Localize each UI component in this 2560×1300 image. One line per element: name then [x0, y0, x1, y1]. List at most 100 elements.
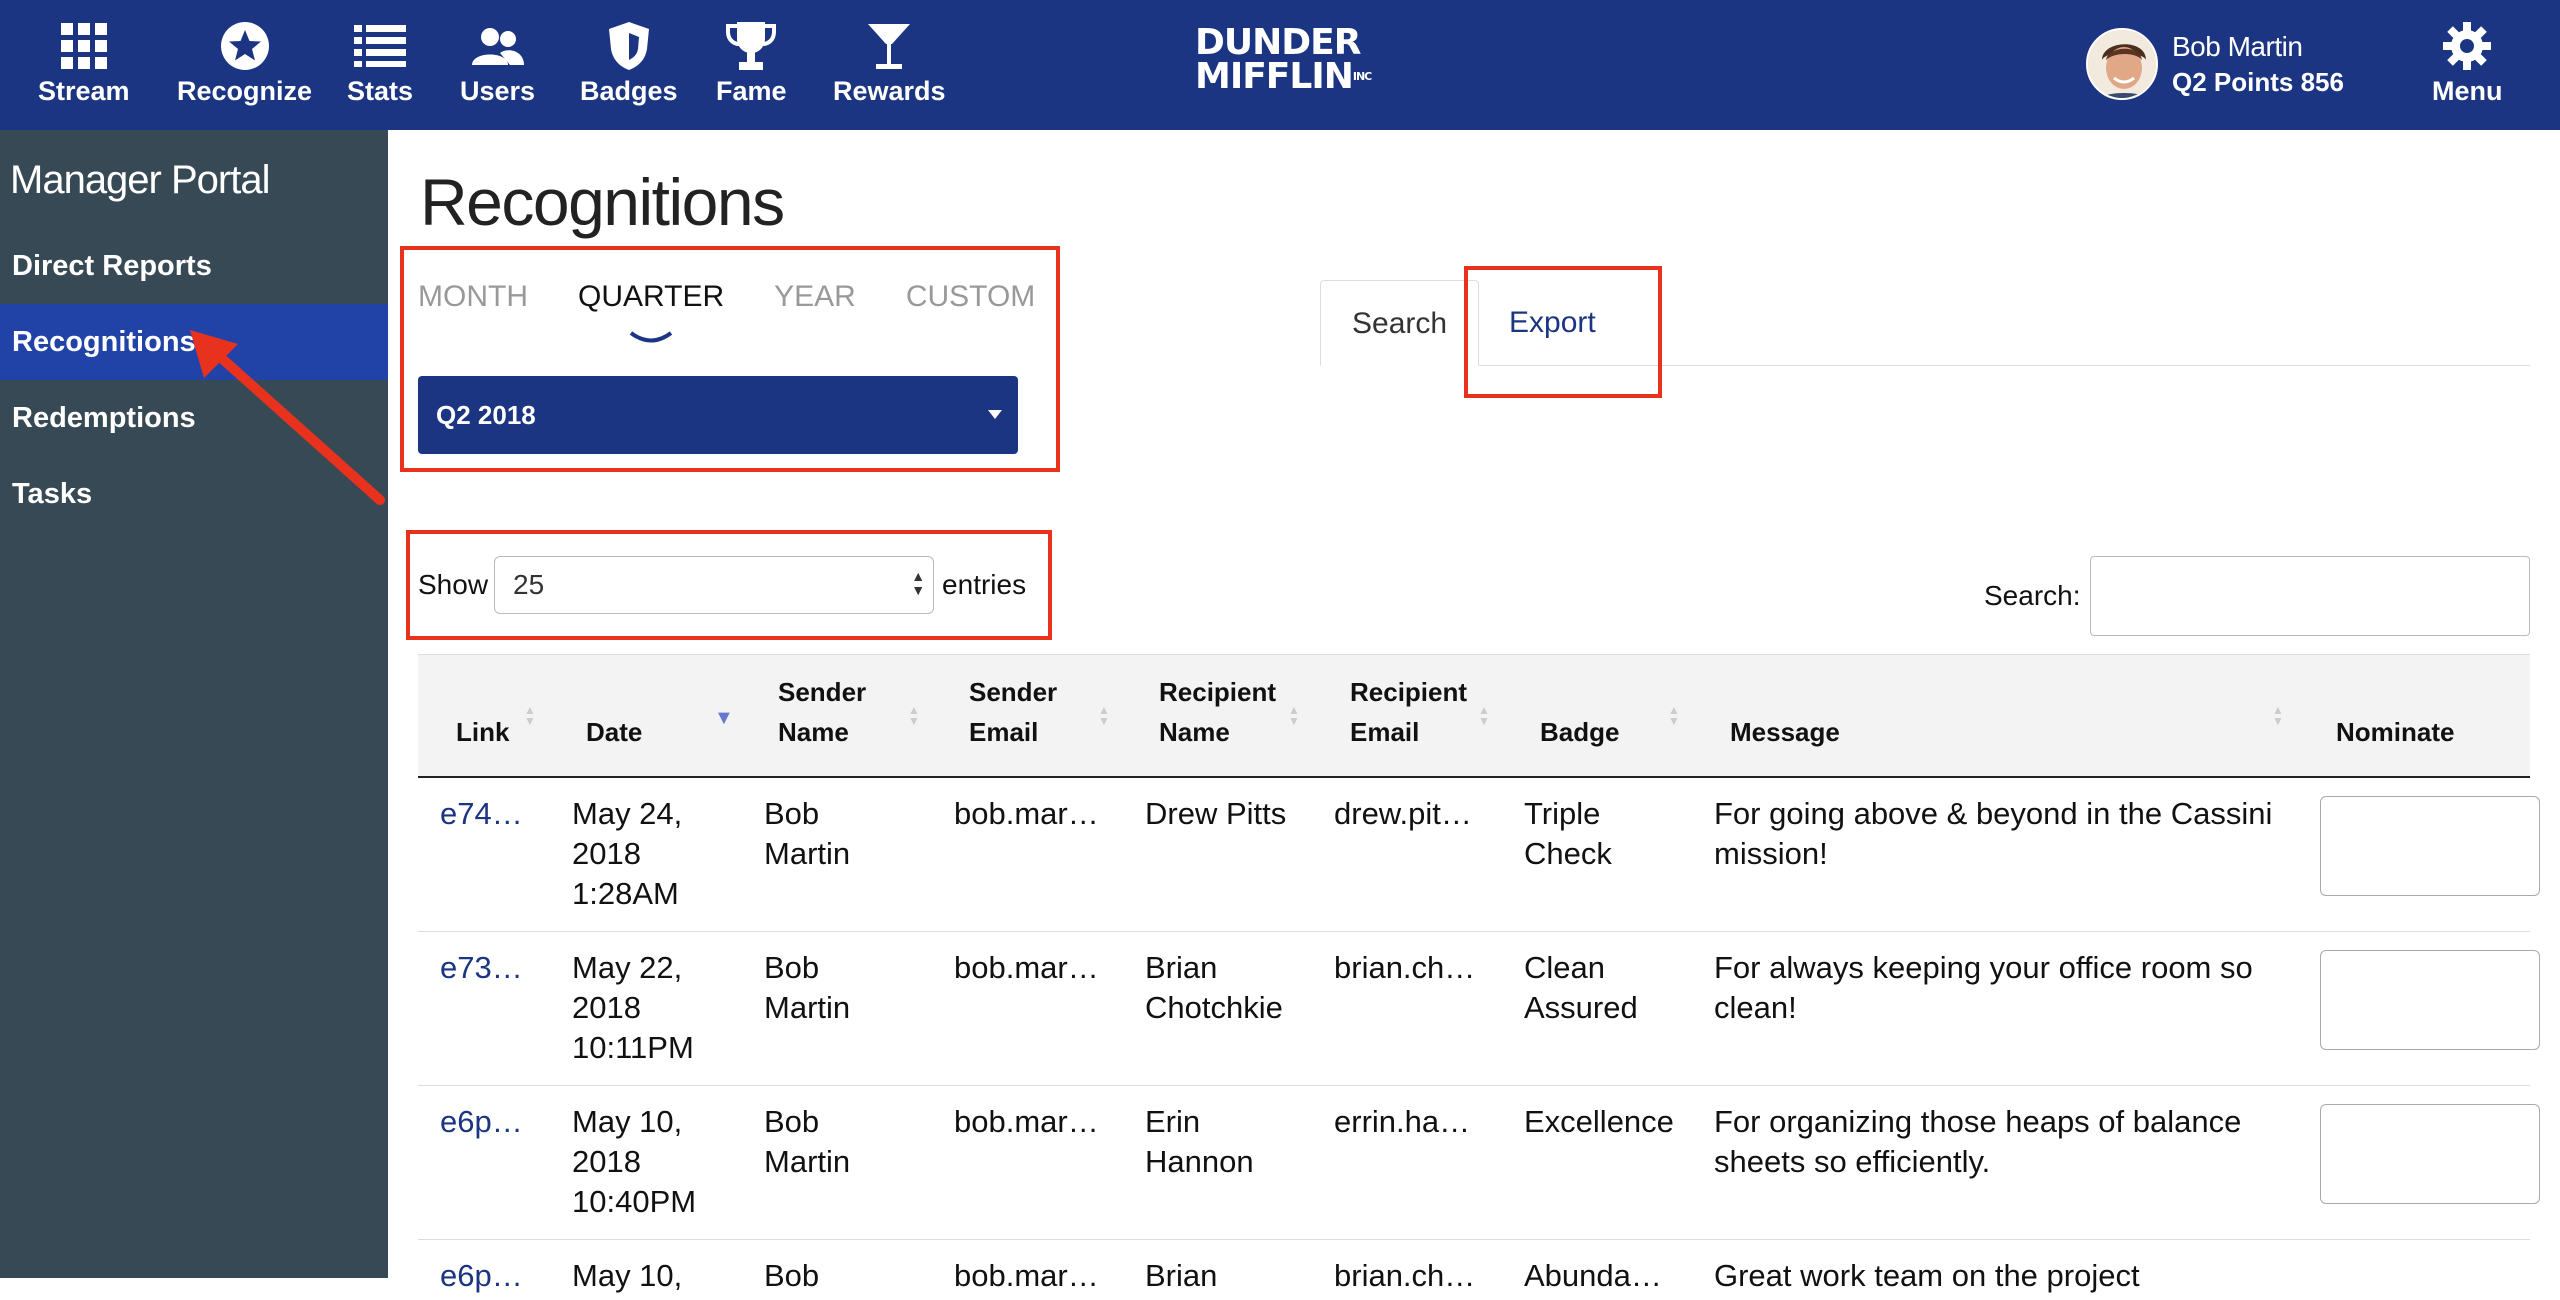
badge-cell: Excellence — [1524, 1104, 1674, 1139]
user-profile[interactable]: Bob Martin Q2 Points 856 — [2086, 28, 2344, 100]
nav-recognize[interactable]: Recognize — [177, 18, 312, 107]
logo-inc: INC — [1352, 70, 1372, 83]
sidebar: Manager Portal Direct Reports Recognitio… — [0, 130, 388, 1278]
entries-select[interactable]: 25 ▲ ▼ — [494, 556, 935, 614]
period-tabs: MONTH QUARTER YEAR CUSTOM — [418, 280, 1085, 343]
show-label: Show — [418, 569, 489, 600]
nav-recognize-label: Recognize — [177, 76, 313, 106]
entries-label: entries — [942, 569, 1027, 600]
date-cell: May 24, 2018 1:28AM — [572, 796, 683, 911]
nav-stats-label: Stats — [347, 76, 414, 106]
recipient-name-cell: Erin Hannon — [1145, 1104, 1254, 1179]
recipient-name-cell: Brian Chotchkie — [1145, 950, 1283, 1025]
recipient-name-cell: Brian — [1145, 1258, 1218, 1293]
star-badge-icon — [220, 18, 270, 74]
trophy-icon — [725, 18, 777, 74]
column-header-sender-email[interactable]: Sender Email — [969, 672, 1057, 752]
nav-rewards[interactable]: Rewards — [833, 18, 946, 107]
message-cell: Great work team on the project — [1714, 1258, 2140, 1293]
tab-export[interactable]: Export — [1478, 280, 1627, 366]
nominate-field[interactable] — [2320, 1104, 2540, 1204]
search-export-tabs: Search Export — [1320, 280, 2530, 366]
period-tab-custom[interactable]: CUSTOM — [906, 280, 1035, 314]
column-header-recipient-name[interactable]: Recipient Name — [1159, 672, 1276, 752]
recognition-link[interactable]: e73… — [440, 948, 523, 988]
table-row: e6p… May 10, 2018 10:40PM Bob Martin bob.ma… — [418, 1086, 2540, 1240]
search-label: Search: — [1984, 580, 2081, 611]
badge-cell: Clean Assured — [1524, 950, 1638, 1025]
cocktail-icon — [866, 18, 912, 74]
users-icon — [470, 18, 526, 74]
date-cell: May 10, — [572, 1258, 683, 1293]
nav-fame[interactable]: Fame — [716, 18, 787, 107]
recipient-email-cell: drew.pit… — [1334, 796, 1472, 831]
sort-desc-icon: ▼ — [714, 707, 734, 729]
sender-name-cell: Bob Martin — [764, 950, 851, 1025]
sender-email-cell: bob.mar… — [954, 796, 1099, 831]
sidebar-item-direct-reports[interactable]: Direct Reports — [0, 228, 388, 304]
sort-icon: ▲ ▼ — [1288, 703, 1300, 728]
avatar — [2086, 28, 2158, 100]
period-tab-year[interactable]: YEAR — [774, 280, 856, 314]
top-navbar: Stream Recognize Stats Users Badges Fame… — [0, 0, 2560, 130]
quarter-select-value: Q2 2018 — [436, 400, 536, 430]
badge-cell: Triple Check — [1524, 796, 1612, 871]
logo-line-2: MIFFLIN — [1195, 56, 1354, 97]
period-tab-quarter[interactable]: QUARTER — [577, 280, 725, 343]
tab-search[interactable]: Search — [1320, 280, 1480, 366]
user-points: Q2 Points 856 — [2172, 66, 2344, 97]
period-tab-quarter-label: QUARTER — [577, 280, 725, 313]
sender-name-cell: Bob Martin — [764, 1104, 851, 1179]
column-header-link[interactable]: Link — [456, 712, 509, 752]
column-header-nominate[interactable]: Nominate — [2336, 712, 2454, 752]
recognition-link[interactable]: e74… — [440, 794, 523, 834]
nav-fame-label: Fame — [716, 76, 787, 106]
column-header-badge[interactable]: Badge — [1540, 712, 1619, 752]
nav-users[interactable]: Users — [460, 18, 535, 107]
date-cell: May 10, 2018 10:40PM — [572, 1104, 697, 1219]
table-header: Link ▲ ▼ Date ▼ Sender Name ▲ ▼ Sender Email… — [418, 654, 2530, 778]
shield-icon — [607, 18, 651, 74]
sort-icon: ▲ ▼ — [1098, 703, 1110, 728]
entries-select-value: 25 — [513, 569, 545, 600]
user-name: Bob Martin — [2172, 30, 2303, 62]
caret-down-icon — [988, 410, 1002, 419]
search-input[interactable] — [2090, 556, 2530, 636]
logo-line-1: DUNDER — [1195, 22, 1361, 63]
sender-email-cell: bob.mar… — [954, 1258, 1099, 1293]
nav-badges[interactable]: Badges — [580, 18, 678, 107]
column-header-sender-name[interactable]: Sender Name — [778, 672, 866, 752]
nav-stats[interactable]: Stats — [347, 18, 413, 107]
nominate-field[interactable] — [2320, 950, 2540, 1050]
quarter-select[interactable]: Q2 2018 — [418, 376, 1018, 454]
recognition-link[interactable]: e6p… — [440, 1102, 523, 1142]
sort-icon: ▲ ▼ — [908, 703, 920, 728]
period-tab-month[interactable]: MONTH — [418, 280, 528, 314]
dunder-mifflin-logo[interactable]: DUNDER MIFFLININC — [1195, 22, 1372, 97]
table-row: e73… May 22, 2018 10:11PM Bob Martin bob.ma… — [418, 932, 2540, 1086]
nav-badges-label: Badges — [580, 76, 678, 106]
column-header-recipient-email[interactable]: Recipient Email — [1350, 672, 1467, 752]
nav-rewards-label: Rewards — [833, 76, 946, 106]
recognition-link[interactable]: e6p… — [440, 1256, 523, 1296]
column-header-message[interactable]: Message — [1730, 712, 1840, 752]
message-cell: For always keeping your office room so cl… — [1714, 950, 2253, 1025]
menu-label: Menu — [2432, 76, 2503, 106]
message-cell: For organizing those heaps of balance she… — [1714, 1104, 2242, 1179]
nominate-field[interactable] — [2320, 796, 2540, 896]
chevron-down-icon — [628, 320, 674, 354]
sort-icon: ▲ ▼ — [2272, 703, 2284, 728]
date-cell: May 22, 2018 10:11PM — [572, 950, 694, 1065]
table-row: e74… May 24, 2018 1:28AM Bob Martin bob.mar… — [418, 778, 2540, 932]
recipient-email-cell: brian.ch… — [1334, 950, 1476, 985]
recipient-name-cell: Drew Pitts — [1145, 796, 1287, 831]
column-header-date[interactable]: Date — [586, 712, 642, 752]
nav-stream[interactable]: Stream — [38, 18, 130, 107]
page-title: Recognitions — [420, 165, 785, 239]
menu-button[interactable]: Menu — [2432, 18, 2503, 107]
sidebar-title: Manager Portal — [10, 158, 270, 202]
sender-name-cell: Bob — [764, 1258, 820, 1293]
stepper-arrows-icon: ▲ ▼ — [911, 568, 926, 598]
sort-icon: ▲ ▼ — [524, 703, 536, 728]
table-row: e6p… May 10, Bob bob.mar… Brian brian.ch… — [418, 1240, 2530, 1300]
